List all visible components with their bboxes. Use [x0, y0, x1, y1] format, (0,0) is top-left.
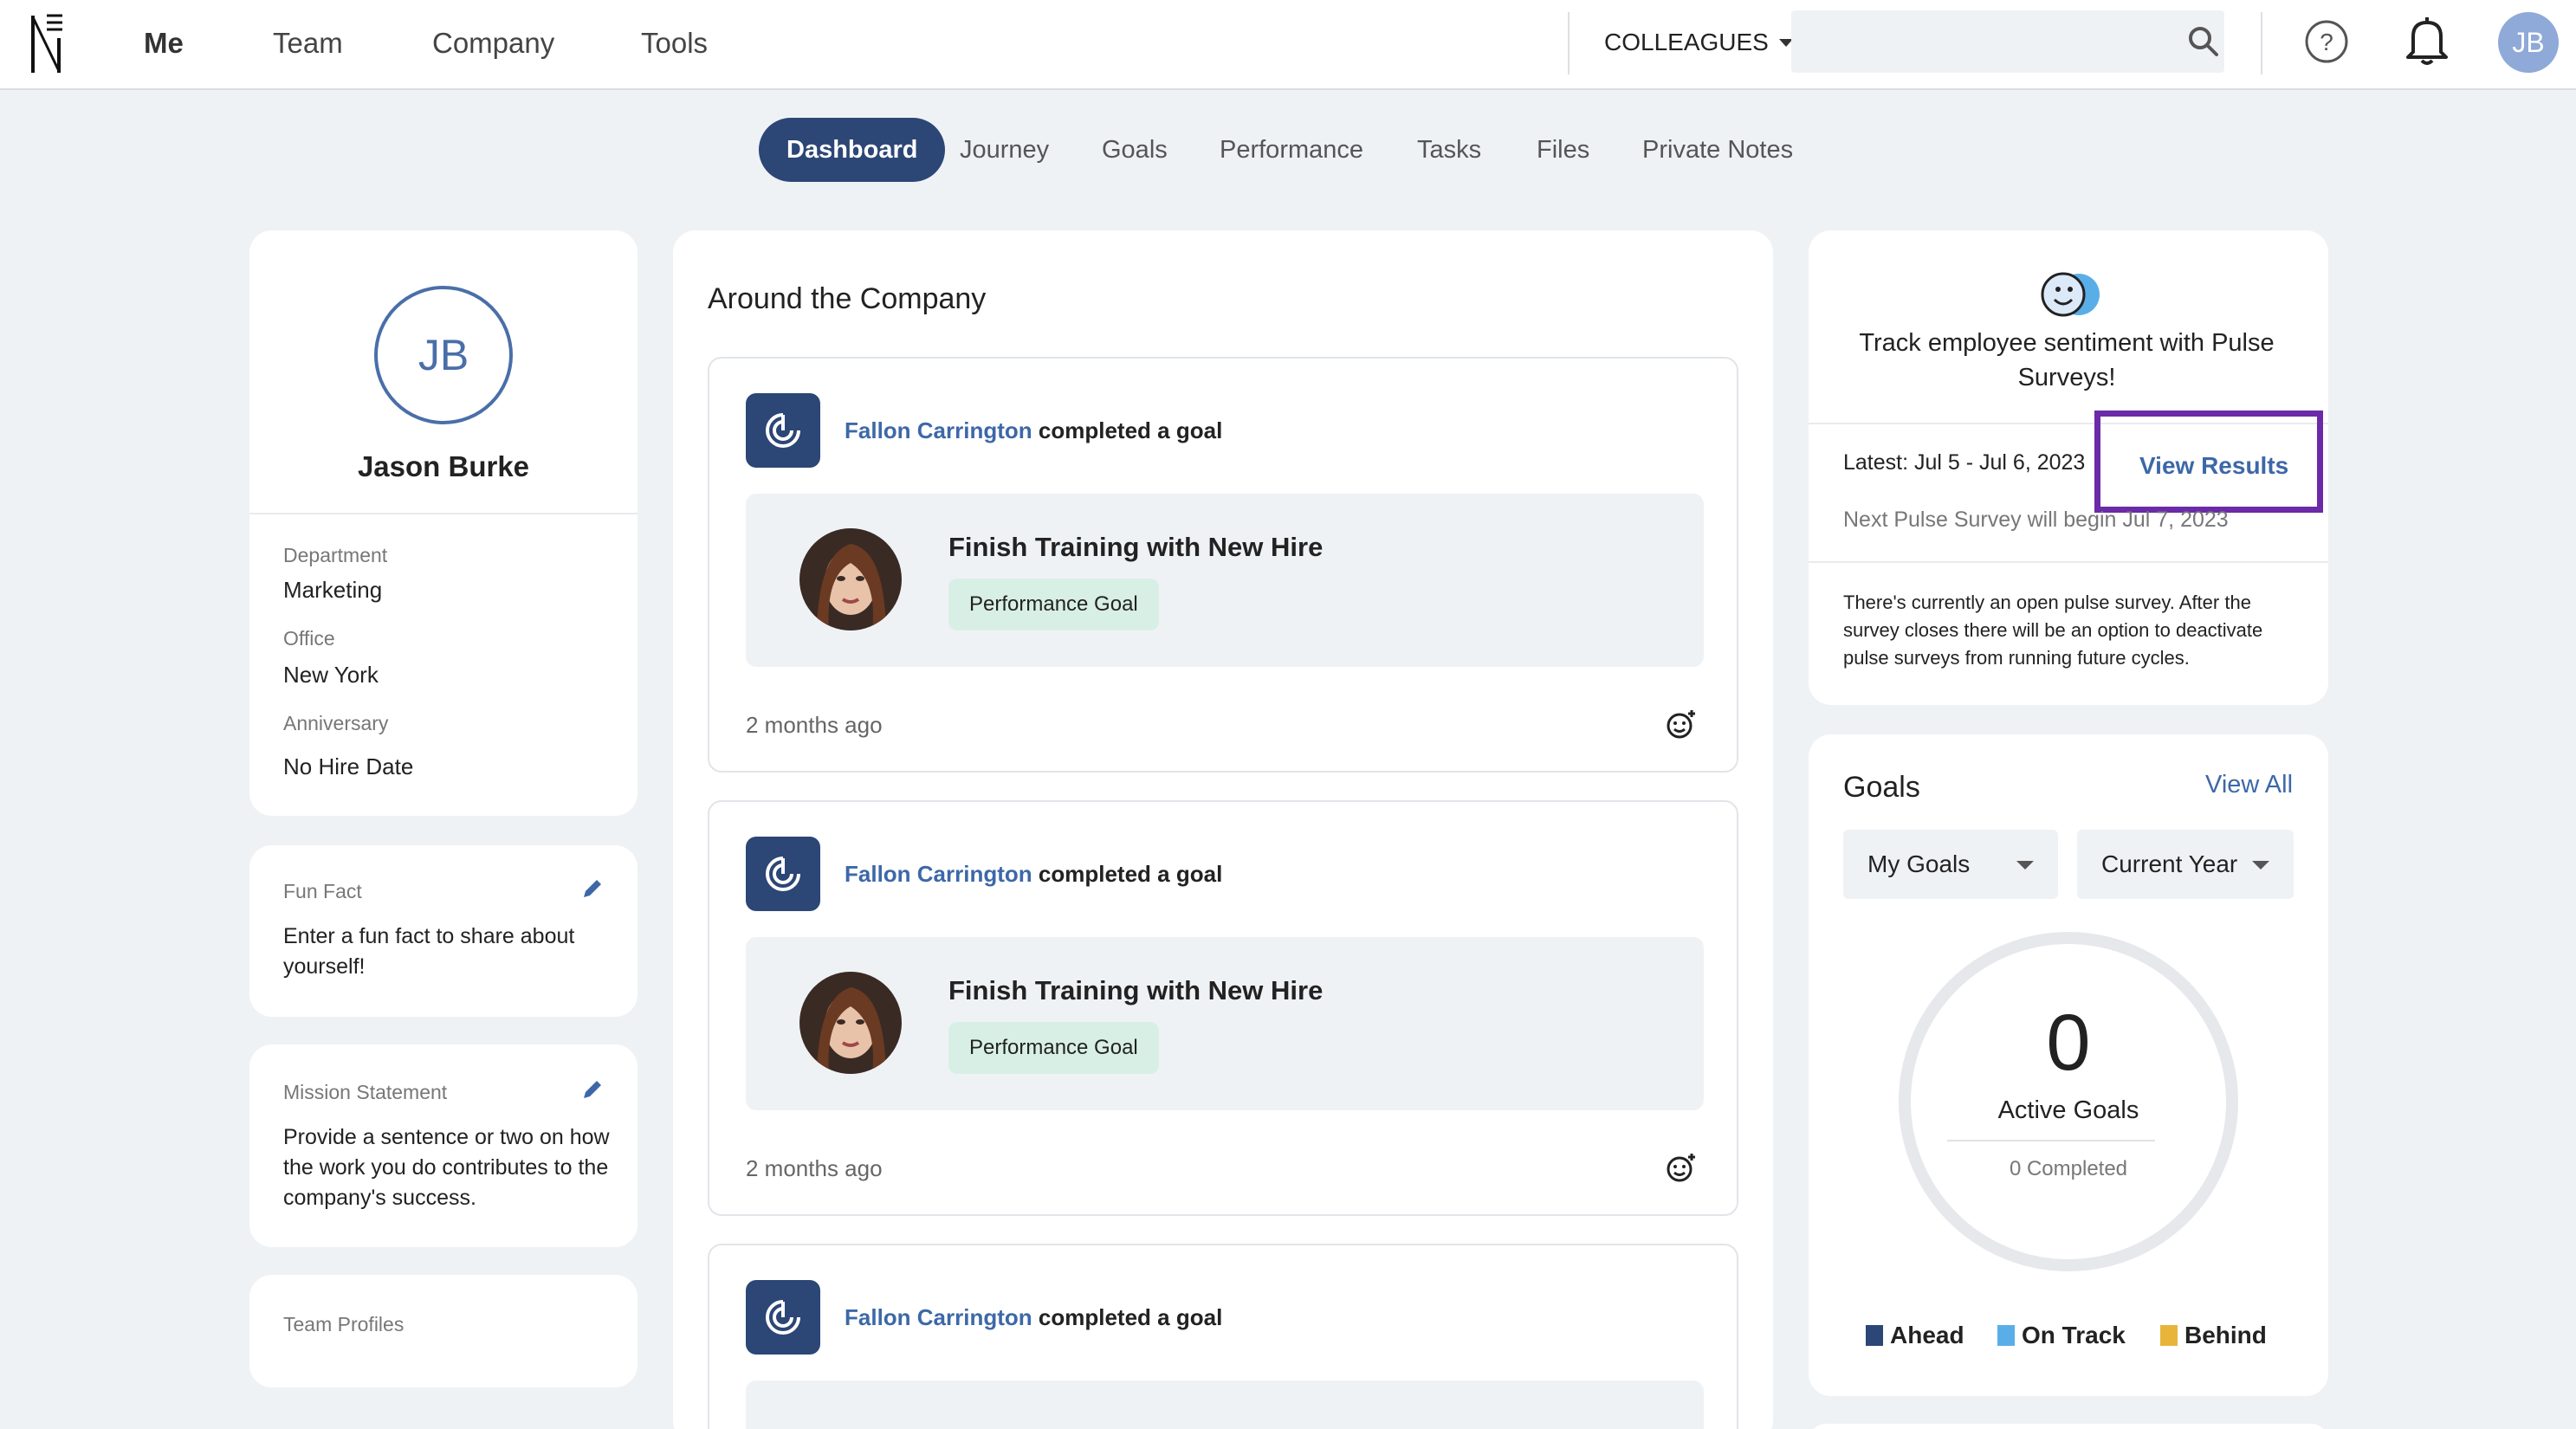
goal-period-value: Current Year: [2101, 850, 2238, 877]
person-link[interactable]: Fallon Carrington: [845, 417, 1032, 443]
top-navigation-bar: Me Team Company Tools COLLEAGUES ? JB: [0, 0, 2576, 90]
nav-me[interactable]: Me: [144, 24, 184, 62]
colleagues-label: COLLEAGUES: [1604, 29, 1769, 55]
legend-behind: Behind: [2160, 1322, 2267, 1349]
office-label: Office: [283, 627, 335, 650]
divider: [1568, 12, 1570, 74]
goal-title[interactable]: Finish Training with New Hire: [948, 975, 1323, 1006]
legend-label: Ahead: [1890, 1322, 1964, 1348]
chevron-down-icon: [2016, 861, 2034, 870]
feed-item: Fallon Carrington completed a goal Finis…: [708, 800, 1738, 1216]
legend-label: Behind: [2184, 1322, 2267, 1348]
anniversary-label: Anniversary: [283, 712, 389, 734]
feed-action: completed a goal: [1038, 1304, 1223, 1330]
goal-type-badge: Performance Goal: [948, 579, 1159, 630]
pulse-note: There's currently an open pulse survey. …: [1843, 592, 2263, 669]
search-icon[interactable]: [2188, 26, 2219, 57]
divider: [1947, 1140, 2155, 1141]
profile-avatar: JB: [374, 286, 513, 424]
person-link[interactable]: Fallon Carrington: [845, 1304, 1032, 1330]
nav-team[interactable]: Team: [273, 24, 343, 62]
mission-statement-label: Mission Statement: [283, 1081, 448, 1103]
timestamp: 2 months ago: [746, 712, 883, 738]
goal-summary[interactable]: Finish Training with New Hire Performanc…: [746, 937, 1704, 1110]
smiley-faces-icon: [2041, 272, 2100, 317]
anniversary-value: No Hire Date: [283, 753, 414, 779]
goals-title: Goals: [1843, 771, 1920, 804]
tab-performance[interactable]: Performance: [1192, 118, 1391, 182]
goal-summary[interactable]: [746, 1381, 1704, 1429]
person-link[interactable]: Fallon Carrington: [845, 861, 1032, 887]
bell-icon[interactable]: [2404, 16, 2450, 66]
nav-company[interactable]: Company: [432, 24, 554, 62]
department-label: Department: [283, 544, 388, 566]
target-icon: [746, 837, 820, 911]
tab-private-notes[interactable]: Private Notes: [1615, 118, 1821, 182]
pencil-icon[interactable]: [580, 1077, 605, 1102]
nav-tools[interactable]: Tools: [641, 24, 708, 62]
feed-headline: Fallon Carrington completed a goal: [845, 1304, 1222, 1331]
completed-goals-label: 0 Completed: [2009, 1157, 2128, 1180]
feed-item: Fallon Carrington completed a goal: [708, 1244, 1738, 1429]
feed-action: completed a goal: [1038, 417, 1223, 443]
goal-owner-dropdown[interactable]: My Goals: [1843, 830, 2058, 899]
legend-label: On Track: [2022, 1322, 2126, 1348]
chevron-down-icon: [2252, 861, 2269, 870]
goal-period-dropdown[interactable]: Current Year: [2077, 830, 2294, 899]
avatar: [799, 972, 902, 1074]
feed-headline: Fallon Carrington completed a goal: [845, 417, 1222, 444]
office-value: New York: [283, 662, 379, 688]
goal-owner-value: My Goals: [1867, 850, 1971, 877]
target-icon: [746, 1280, 820, 1355]
feed-item: Fallon Carrington completed a goal Finis…: [708, 357, 1738, 773]
feed-action: completed a goal: [1038, 861, 1223, 887]
divider: [249, 513, 638, 514]
pencil-icon[interactable]: [580, 876, 605, 901]
divider: [2261, 12, 2262, 74]
user-avatar[interactable]: JB: [2498, 12, 2559, 73]
add-reaction-icon[interactable]: [1666, 708, 1697, 740]
fun-fact-text[interactable]: Enter a fun fact to share about yourself…: [283, 921, 612, 982]
goal-type-badge: Performance Goal: [948, 1022, 1159, 1074]
help-icon[interactable]: ?: [2304, 19, 2349, 64]
target-icon: [746, 393, 820, 468]
avatar: [799, 528, 902, 630]
feed-title: Around the Company: [708, 282, 987, 315]
legend-ahead: Ahead: [1866, 1322, 1964, 1349]
search-input[interactable]: [1791, 10, 2224, 73]
tab-dashboard[interactable]: Dashboard: [759, 118, 946, 182]
legend-swatch: [2160, 1325, 2178, 1346]
legend-swatch: [1997, 1325, 2015, 1346]
highlight-box: [2094, 411, 2323, 513]
active-goals-label: Active Goals: [1997, 1096, 2139, 1124]
app-logo-icon[interactable]: [29, 12, 64, 76]
goal-summary[interactable]: Finish Training with New Hire Performanc…: [746, 494, 1704, 667]
pulse-latest-range: Latest: Jul 5 - Jul 6, 2023: [1843, 450, 2086, 475]
active-goals-count: 0: [2046, 999, 2091, 1087]
legend-swatch: [1866, 1325, 1883, 1346]
feed-headline: Fallon Carrington completed a goal: [845, 861, 1222, 888]
team-profiles-label: Team Profiles: [283, 1313, 405, 1335]
tab-tasks[interactable]: Tasks: [1389, 118, 1509, 182]
svg-text:?: ?: [2320, 29, 2333, 55]
fun-fact-label: Fun Fact: [283, 880, 362, 902]
tab-files[interactable]: Files: [1509, 118, 1617, 182]
profile-name: Jason Burke: [357, 450, 530, 482]
view-all-link[interactable]: View All: [2205, 771, 2293, 799]
legend-on-track: On Track: [1997, 1322, 2126, 1349]
mission-statement-text[interactable]: Provide a sentence or two on how the wor…: [283, 1122, 621, 1213]
pulse-next-date: Next Pulse Survey will begin Jul 7, 2023: [1843, 508, 2229, 532]
next-card: [1809, 1424, 2328, 1429]
divider: [1809, 561, 2328, 563]
timestamp: 2 months ago: [746, 1155, 883, 1181]
pulse-headline: Track employee sentiment with Pulse Surv…: [1859, 329, 2275, 391]
tab-goals[interactable]: Goals: [1074, 118, 1195, 182]
colleagues-dropdown[interactable]: COLLEAGUES: [1604, 26, 1793, 59]
goal-title[interactable]: Finish Training with New Hire: [948, 532, 1323, 563]
add-reaction-icon[interactable]: [1666, 1152, 1697, 1183]
department-value: Marketing: [283, 577, 383, 603]
tab-journey[interactable]: Journey: [932, 118, 1077, 182]
